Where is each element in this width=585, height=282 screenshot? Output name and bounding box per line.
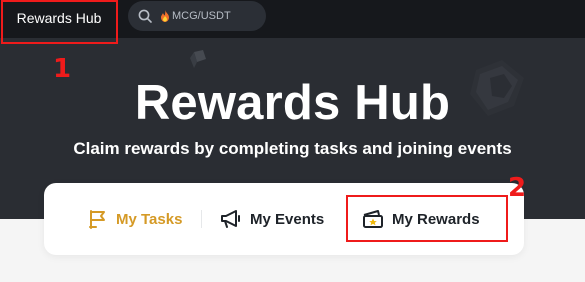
tab-label: My Tasks bbox=[116, 210, 183, 228]
tab-label: My Events bbox=[250, 210, 325, 228]
tab-divider bbox=[201, 210, 202, 228]
fire-icon bbox=[161, 10, 169, 22]
annotation-number-2: 2 bbox=[508, 173, 527, 203]
megaphone-icon bbox=[221, 210, 240, 228]
search-value: MCG/USDT bbox=[172, 10, 231, 22]
search-query: MCG/USDT bbox=[160, 1, 231, 31]
decorative-cube-icon bbox=[190, 50, 206, 68]
annotation-box-2 bbox=[346, 195, 508, 242]
page-title: Rewards Hub bbox=[134, 76, 451, 130]
tab-my-events[interactable]: My Events bbox=[220, 183, 324, 255]
flag-icon bbox=[89, 210, 105, 229]
page-subtitle: Claim rewards by completing tasks and jo… bbox=[73, 139, 512, 158]
search-icon bbox=[138, 9, 152, 23]
search-bar[interactable]: MCG/USDT bbox=[128, 1, 266, 31]
annotation-number-1: 1 bbox=[53, 54, 72, 84]
tab-my-tasks[interactable]: My Tasks bbox=[88, 183, 182, 255]
annotation-box-1 bbox=[1, 0, 118, 44]
